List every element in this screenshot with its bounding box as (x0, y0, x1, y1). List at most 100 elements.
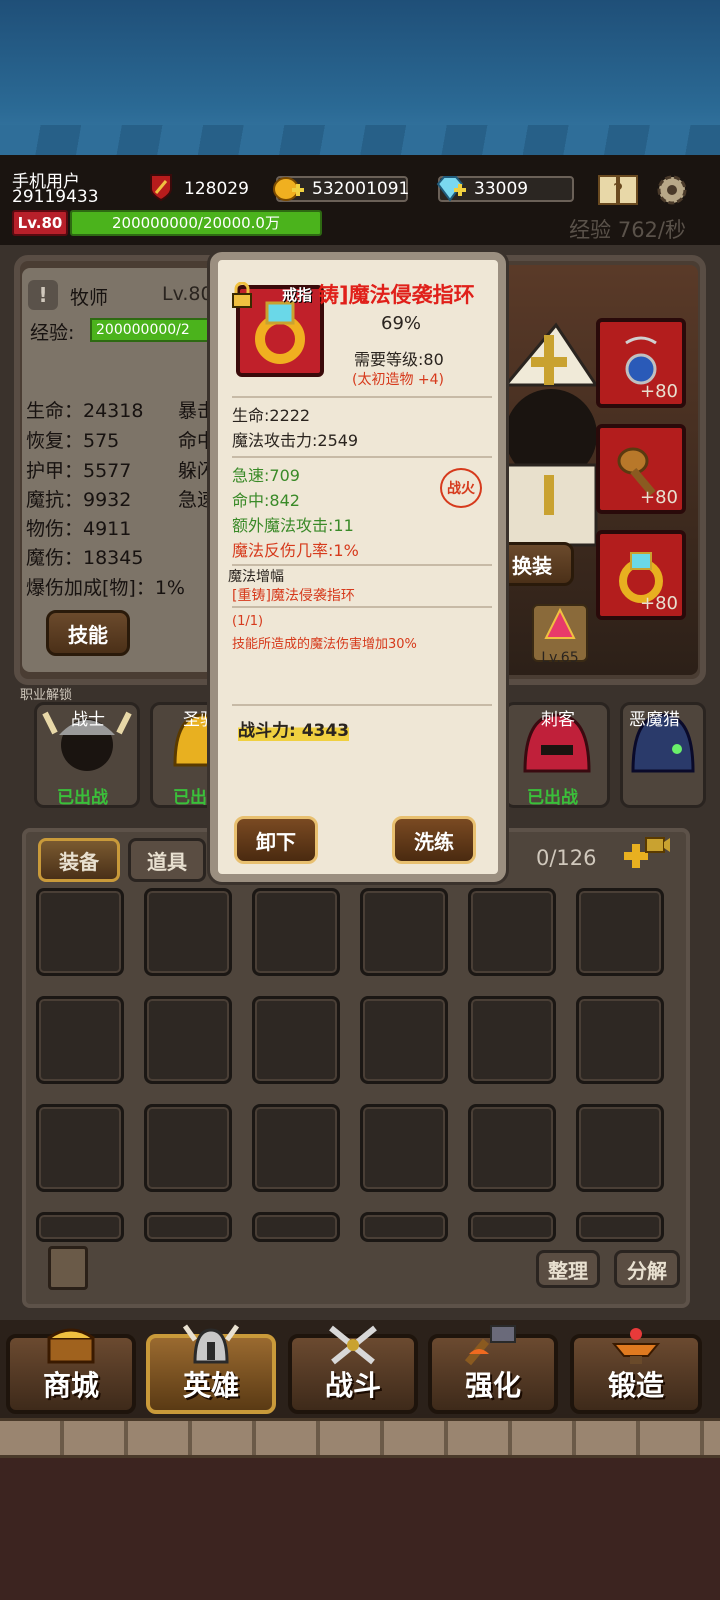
hammer-icon (464, 1324, 521, 1375)
nav-battle[interactable]: 战斗 (288, 1325, 418, 1414)
hero-exp-bar: 200000000/2 (90, 318, 220, 342)
power-resource: 128029 (150, 174, 250, 202)
settings-gear-icon[interactable] (650, 168, 694, 212)
inventory-slot[interactable] (36, 1212, 124, 1242)
class-name-assassin: 刺客 (541, 710, 575, 730)
inventory-slot[interactable] (576, 1104, 664, 1192)
equip-slot-weapon[interactable]: +80 (596, 424, 686, 514)
diamond-resource[interactable]: 33009 (436, 176, 574, 202)
inventory-slot[interactable] (252, 888, 340, 976)
anvil-icon (608, 1324, 664, 1375)
decompose-button[interactable]: 分解 (614, 1250, 680, 1288)
item-required-level: 需要等级:80 (354, 350, 444, 369)
stat-magic-dmg: 魔伤：18345 (26, 547, 144, 569)
nav-hero[interactable]: 英雄 (146, 1324, 276, 1414)
nav-enhance[interactable]: 强化 (428, 1325, 558, 1414)
gold-value: 532001091 (312, 179, 410, 199)
inventory-slot[interactable] (468, 996, 556, 1084)
class-unlock-label: 职业解锁 (20, 688, 73, 703)
inventory-slot[interactable] (360, 1104, 448, 1192)
inventory-slot[interactable] (360, 996, 448, 1084)
item-type-tag: 戒指 (282, 286, 313, 304)
inventory-slot[interactable] (144, 996, 232, 1084)
expand-video-icon[interactable] (620, 834, 672, 878)
stat-crit-dmg: 爆伤加成[物]：1% (26, 577, 185, 599)
sky-background (0, 0, 720, 155)
nav-shop[interactable]: 商城 (6, 1328, 136, 1414)
equip-slot-amulet[interactable]: +80 (596, 318, 686, 408)
item-stat-magic-atk: 魔法攻击力:2549 (232, 431, 359, 450)
inventory-slot[interactable] (576, 1212, 664, 1242)
player-exp-bar: 200000000/20000.0万 (70, 210, 322, 236)
equip-slot-ring[interactable]: +80 (596, 530, 686, 620)
war-fire-badge: 战火 (440, 468, 482, 508)
stat-hp: 生命：24318 (26, 400, 144, 422)
inventory-slot[interactable] (576, 888, 664, 976)
stat-magic-resist: 魔抗：9932 (26, 489, 132, 511)
tab-equipment[interactable]: 装备 (38, 838, 120, 882)
class-card-demon-hunter[interactable]: 恶魔猎 (620, 702, 706, 808)
skill-button[interactable]: 技能 (46, 610, 130, 656)
popup-divider-4 (232, 606, 492, 608)
item-percent: 69% (381, 313, 422, 334)
stat-regen: 恢复：575 (26, 430, 120, 452)
hero-level: Lv.80 (162, 283, 213, 305)
class-name-warrior: 战士 (71, 710, 105, 730)
popup-divider-2 (232, 456, 492, 458)
inventory-slot[interactable] (576, 996, 664, 1084)
inventory-slot[interactable] (144, 888, 232, 976)
unequip-button[interactable]: 卸下 (234, 816, 318, 864)
slot-bonus-3: +80 (640, 593, 678, 614)
popup-divider-5 (232, 704, 492, 706)
lock-icon[interactable] (230, 281, 254, 308)
tab-items[interactable]: 道具 (128, 838, 206, 882)
inventory-slot[interactable] (144, 1212, 232, 1242)
diamond-icon (434, 172, 468, 206)
item-stat-extra-magic: 额外魔法攻击:11 (232, 516, 354, 535)
brick-border (0, 1418, 720, 1458)
inventory-slot[interactable] (360, 888, 448, 976)
sword-shield-icon (144, 170, 178, 204)
hero-exp-label: 经验: (30, 322, 75, 344)
power-value: 128029 (184, 179, 249, 199)
nav-forge[interactable]: 锻造 (570, 1328, 702, 1414)
sort-button[interactable]: 整理 (536, 1250, 600, 1288)
stat-armor: 护甲：5577 (26, 460, 132, 482)
quest-book-icon[interactable]: ? (596, 168, 640, 212)
gold-resource[interactable]: 532001091 (273, 176, 410, 202)
class-name-demon-hunter: 恶魔猎 (629, 710, 680, 730)
crossed-swords-icon (325, 1324, 381, 1375)
inventory-slot[interactable] (252, 1212, 340, 1242)
enhance-label: 魔法增幅 (228, 569, 284, 585)
item-forge-tag: (太初造物 +4) (352, 372, 445, 388)
info-icon[interactable]: ! (28, 280, 58, 310)
refine-button[interactable]: 洗练 (392, 816, 476, 864)
inventory-slot[interactable] (36, 996, 124, 1084)
item-title: 铸]魔法侵袭指环 (318, 283, 475, 307)
class-card-warrior[interactable]: 战士 已出战 (34, 702, 140, 808)
inventory-slot[interactable] (468, 1104, 556, 1192)
gold-coin-icon (272, 172, 306, 206)
class-card-assassin[interactable]: 刺客 已出战 (504, 702, 610, 808)
inventory-slot[interactable] (36, 1104, 124, 1192)
svg-text:?: ? (613, 179, 624, 203)
slot-bonus-2: +80 (640, 487, 678, 508)
footer-background (0, 1458, 720, 1600)
gem-level: Lv.65 (541, 650, 579, 666)
enhance-item-name: [重铸]魔法侵袭指环 (232, 588, 355, 604)
bag-book-icon[interactable] (48, 1246, 88, 1290)
inventory-slot[interactable] (360, 1212, 448, 1242)
treasure-chest-icon (43, 1324, 99, 1373)
inventory-slot[interactable] (252, 1104, 340, 1192)
inventory-slot[interactable] (36, 888, 124, 976)
hero-class-name: 牧师 (70, 287, 109, 309)
inventory-slot[interactable] (252, 996, 340, 1084)
inventory-slot[interactable] (468, 1212, 556, 1242)
inventory-slot[interactable] (468, 888, 556, 976)
inventory-capacity: 0/126 (536, 846, 597, 870)
popup-divider-1 (232, 396, 492, 398)
item-stat-hit: 命中:842 (232, 491, 300, 510)
gem-slot[interactable]: Lv.65 (532, 604, 588, 666)
inventory-slot[interactable] (144, 1104, 232, 1192)
item-stat-haste: 急速:709 (232, 466, 300, 485)
